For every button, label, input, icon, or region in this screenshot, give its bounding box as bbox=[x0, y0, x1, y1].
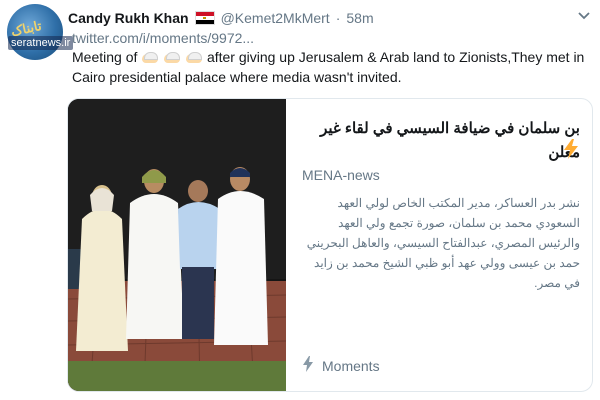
card-body: بن سلمان في ضيافة السيسي في لقاء غير معل… bbox=[296, 99, 592, 391]
watermark: seratnews.ir bbox=[8, 36, 74, 50]
moments-label: Moments bbox=[322, 357, 380, 374]
chevron-down-icon[interactable] bbox=[578, 9, 590, 23]
moments-footer[interactable]: Moments bbox=[302, 356, 380, 375]
author-handle[interactable]: @Kemet2MkMert bbox=[221, 10, 330, 26]
lightning-bolt-icon bbox=[302, 356, 314, 375]
card-photo bbox=[68, 99, 286, 391]
card-source: MENA-news bbox=[302, 167, 380, 183]
moment-card[interactable]: بن سلمان في ضيافة السيسي في لقاء غير معل… bbox=[67, 98, 593, 392]
tweet-text: Meeting of after giving up Jerusalem & A… bbox=[72, 47, 592, 87]
man-with-keffiyeh-emoji-icon bbox=[163, 50, 181, 64]
card-headline: بن سلمان في ضيافة السيسي في لقاء غير معل… bbox=[320, 120, 580, 161]
avatar[interactable]: تابناک bbox=[7, 4, 63, 60]
man-with-keffiyeh-emoji-icon bbox=[141, 50, 159, 64]
tweet-text-start: Meeting of bbox=[72, 49, 138, 65]
card-description: نشر بدر العساكر، مدير المكتب الخاص لولي … bbox=[306, 196, 580, 290]
lightning-bolt-icon bbox=[562, 139, 580, 159]
moment-link[interactable]: twitter.com/i/moments/9972... bbox=[72, 30, 254, 46]
man-with-keffiyeh-emoji-icon bbox=[185, 50, 203, 64]
tweet-header: Candy Rukh Khan @Kemet2MkMert · 58m bbox=[68, 8, 590, 28]
separator-dot: · bbox=[335, 10, 341, 26]
tweet-time[interactable]: 58m bbox=[346, 10, 373, 26]
egypt-flag-icon bbox=[194, 11, 215, 25]
author-name[interactable]: Candy Rukh Khan bbox=[68, 10, 189, 26]
